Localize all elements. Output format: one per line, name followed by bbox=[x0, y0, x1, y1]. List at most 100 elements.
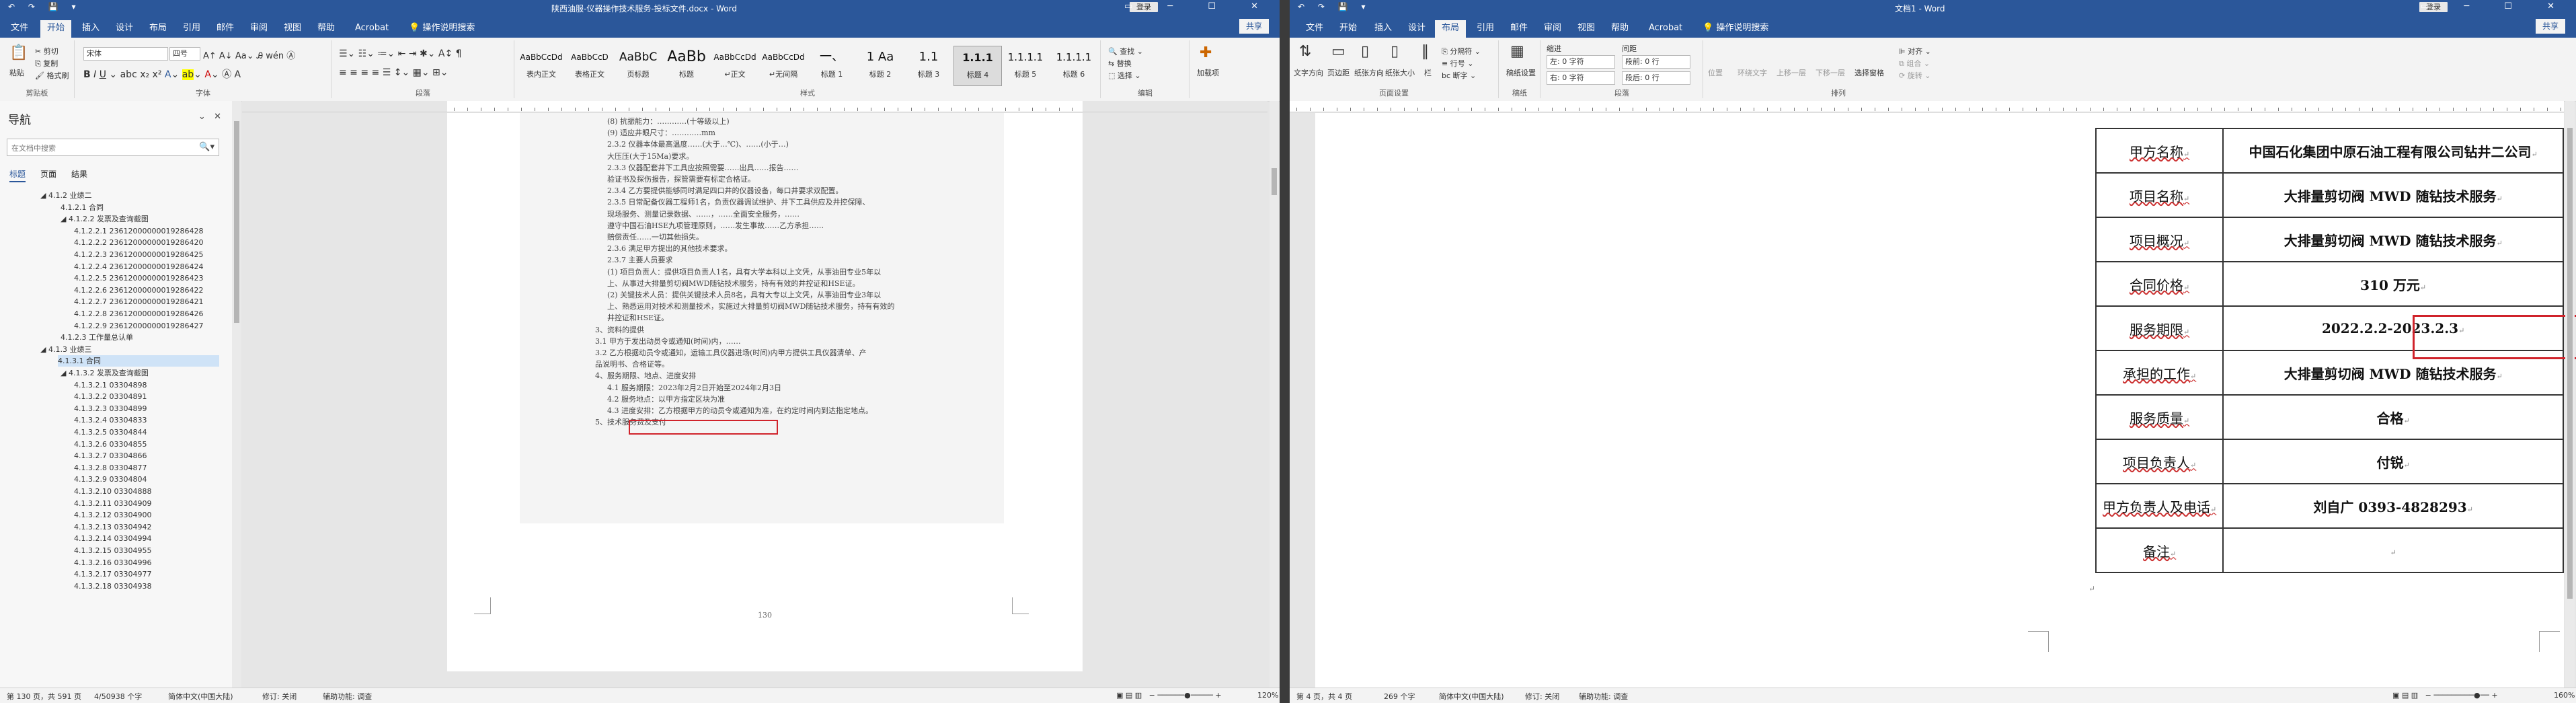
row-label-cell[interactable]: 甲方负责人及电话↵ bbox=[2095, 483, 2224, 529]
status-track-changes[interactable]: 修订: 关闭 bbox=[1525, 691, 1559, 702]
nav-heading-item[interactable]: 4.1.3.2.10 03304888 bbox=[74, 486, 151, 497]
search-icon[interactable]: 🔍▾ bbox=[199, 142, 214, 152]
nav-heading-item[interactable]: 4.1.2.2.4 23612000000019286424 bbox=[74, 261, 203, 272]
group-button[interactable]: ⧉ 组合 ⌄ bbox=[1899, 58, 1930, 69]
wrap-text-button[interactable]: 环绕文字 bbox=[1738, 67, 1767, 78]
row-label-cell[interactable]: 合同价格↵ bbox=[2095, 261, 2224, 307]
cut-button[interactable]: ✂ 剪切 bbox=[35, 46, 58, 57]
nav-heading-item[interactable]: 4.1.3.2.13 03304942 bbox=[74, 521, 151, 533]
view-buttons[interactable]: ▣ ▤ ▥ − ──────●───── + bbox=[1116, 691, 1222, 700]
margins-button[interactable]: 页边距 bbox=[1327, 67, 1350, 78]
row-value-cell[interactable]: 合格↵ bbox=[2222, 394, 2564, 440]
tab-view[interactable]: 视图 bbox=[277, 20, 308, 38]
indent-right-input[interactable]: 右: 0 字符 bbox=[1547, 71, 1615, 85]
position-button[interactable]: 位置 bbox=[1708, 67, 1723, 78]
tab-design[interactable]: 设计 bbox=[109, 20, 140, 38]
row-label-cell[interactable]: 服务期限↵ bbox=[2095, 305, 2224, 351]
paste-button[interactable]: 粘贴 bbox=[9, 67, 24, 78]
nav-heading-item[interactable]: 4.1.3.2.18 03304938 bbox=[74, 581, 151, 592]
nav-heading-item[interactable]: 4.1.3.2.8 03304877 bbox=[74, 462, 147, 474]
scroll-thumb[interactable] bbox=[2567, 128, 2573, 599]
nav-heading-item[interactable]: 4.1.3.2.14 03304994 bbox=[74, 533, 151, 544]
nav-heading-item[interactable]: 4.1.3.2.15 03304955 bbox=[74, 545, 151, 556]
row-value-cell[interactable]: 大排量剪切阀 MWD 随钻技术服务↵ bbox=[2222, 217, 2564, 262]
format-painter-button[interactable]: 🖌 格式刷 bbox=[35, 70, 69, 81]
scroll-thumb[interactable] bbox=[234, 121, 239, 323]
row-label-cell[interactable]: 项目概况↵ bbox=[2095, 217, 2224, 262]
tell-me-search[interactable]: 💡 操作说明搜索 bbox=[402, 20, 481, 38]
nav-heading-item[interactable]: 4.1.3.2.9 03304804 bbox=[74, 474, 147, 485]
nav-heading-item[interactable]: ◢ 4.1.3 业绩三 bbox=[40, 344, 91, 355]
nav-heading-item[interactable]: 4.1.2.2.8 23612000000019286426 bbox=[74, 308, 203, 320]
nav-heading-item[interactable]: 4.1.3.2.16 03304996 bbox=[74, 557, 151, 568]
nav-heading-item[interactable]: 4.1.2.2.2 23612000000019286420 bbox=[74, 237, 203, 248]
status-accessibility[interactable]: 辅助功能: 调查 bbox=[1579, 691, 1628, 702]
nav-heading-item[interactable]: ◢ 4.1.2 业绩二 bbox=[40, 190, 91, 201]
list-buttons[interactable]: ☰⌄ ☷⌄ ≔⌄ ⇤ ⇥ ✱⌄ A↕ ¶ bbox=[339, 48, 462, 59]
nav-heading-item[interactable]: 4.1.2.2.9 23612000000019286427 bbox=[74, 320, 203, 332]
document-page[interactable]: 甲方名称↵ 中国石化集团中原石油工程有限公司钻井二公司↵ 项目名称↵ 大排量剪切阀 M… bbox=[1315, 113, 2576, 688]
style-item[interactable]: AaBbCcD 表格正文 bbox=[566, 46, 613, 85]
style-item[interactable]: 1.1 标题 3 bbox=[905, 46, 952, 85]
nav-heading-item[interactable]: 4.1.2.1 合同 bbox=[61, 202, 104, 213]
font-size-buttons[interactable]: A↑ A↓ Aa⌄ Ꭿ wén Ⓐ bbox=[203, 48, 295, 61]
row-label-cell[interactable]: 备注↵ bbox=[2095, 527, 2224, 573]
tab-references[interactable]: 引用 bbox=[176, 20, 207, 38]
columns-icon[interactable]: ‖ bbox=[1421, 43, 1429, 60]
nav-search-input[interactable]: 在文档中搜索 🔍▾ bbox=[7, 139, 219, 156]
status-zoom[interactable]: 120% bbox=[1257, 691, 1278, 700]
row-value-cell[interactable]: 刘自广 0393-4828293↵ bbox=[2222, 483, 2564, 529]
nav-heading-item[interactable]: 4.1.2.3 工作量总认单 bbox=[61, 332, 133, 343]
font-format-buttons[interactable]: B I U ⌄ abc x₂ x² A⌄ ab⌄ A⌄ Ⓐ A bbox=[83, 67, 241, 81]
text-direction-button[interactable]: 文字方向 bbox=[1294, 67, 1323, 78]
tab-review[interactable]: 审阅 bbox=[1537, 20, 1568, 38]
status-page[interactable]: 第 130 页，共 591 页 bbox=[7, 691, 81, 702]
find-button[interactable]: 🔍 查找 ⌄ bbox=[1108, 46, 1143, 57]
nav-tab-pages[interactable]: 页面 bbox=[40, 168, 56, 180]
row-label-cell[interactable]: 承担的工作↵ bbox=[2095, 350, 2224, 396]
tab-layout[interactable]: 布局 bbox=[143, 20, 173, 38]
style-item[interactable]: 1.1.1.1 标题 5 bbox=[1002, 46, 1049, 85]
status-accessibility[interactable]: 辅助功能: 调查 bbox=[323, 691, 372, 702]
columns-button[interactable]: 栏 bbox=[1424, 67, 1432, 78]
bring-forward-button[interactable]: 上移一层 bbox=[1777, 67, 1806, 78]
addin-icon[interactable]: ✚ bbox=[1200, 44, 1212, 61]
doc-scrollbar[interactable] bbox=[2565, 101, 2575, 688]
addin-button[interactable]: 加载项 bbox=[1197, 67, 1219, 78]
nav-heading-item[interactable]: 4.1.3.2.5 03304844 bbox=[74, 427, 147, 438]
horizontal-ruler[interactable] bbox=[1290, 101, 2564, 112]
indent-left-input[interactable]: 左: 0 字符 bbox=[1547, 55, 1615, 69]
document-page[interactable]: (8) 抗振能力：…………(十等级以上) (9) 适应井眼尺寸：…………mm 2.3… bbox=[447, 113, 1083, 671]
tab-help[interactable]: 帮助 bbox=[1604, 20, 1635, 38]
style-item[interactable]: AaBbCcDd ↵正文 bbox=[711, 46, 758, 85]
tab-file[interactable]: 文件 bbox=[4, 20, 35, 38]
line-numbers-button[interactable]: ≡ 行号 ⌄ bbox=[1442, 58, 1473, 69]
style-item[interactable]: 一、 标题 1 bbox=[808, 46, 855, 85]
copy-button[interactable]: ⎘ 复制 bbox=[35, 58, 58, 69]
status-language[interactable]: 简体中文(中国大陆) bbox=[168, 691, 233, 702]
nav-heading-item[interactable]: 4.1.2.2.3 23612000000019286425 bbox=[74, 249, 203, 260]
nav-tab-results[interactable]: 结果 bbox=[71, 168, 87, 180]
nav-heading-item[interactable]: 4.1.2.2.7 23612000000019286421 bbox=[74, 296, 203, 307]
alignment-buttons[interactable]: ≡ ≡ ≡ ≡ ☰ ↕⌄ ▦⌄ ⊞⌄ bbox=[339, 67, 448, 78]
nav-heading-item[interactable]: 4.1.3.2.17 03304977 bbox=[74, 568, 151, 580]
align-button[interactable]: ⊫ 对齐 ⌄ bbox=[1899, 46, 1931, 57]
share-button[interactable]: 共享 bbox=[1239, 19, 1269, 34]
size-icon[interactable]: ▯ bbox=[1391, 43, 1399, 60]
tab-view[interactable]: 视图 bbox=[1571, 20, 1602, 38]
row-label-cell[interactable]: 项目负责人↵ bbox=[2095, 439, 2224, 484]
tab-layout[interactable]: 布局 bbox=[1435, 20, 1467, 38]
nav-heading-item[interactable]: 4.1.3.2.2 03304891 bbox=[74, 391, 147, 402]
status-language[interactable]: 简体中文(中国大陆) bbox=[1439, 691, 1504, 702]
tab-design[interactable]: 设计 bbox=[1401, 20, 1432, 38]
status-words[interactable]: 269 个字 bbox=[1384, 691, 1415, 702]
select-button[interactable]: ⬚ 选择 ⌄ bbox=[1108, 70, 1141, 81]
style-item[interactable]: AaBb 标题 bbox=[663, 46, 710, 85]
nav-heading-item[interactable]: 4.1.3.2.11 03304909 bbox=[74, 498, 151, 509]
row-label-cell[interactable]: 项目名称↵ bbox=[2095, 172, 2224, 218]
space-after-input[interactable]: 段后: 0 行 bbox=[1622, 71, 1690, 85]
scroll-thumb[interactable] bbox=[1272, 168, 1277, 195]
nav-heading-item[interactable]: 4.1.3.2.12 03304900 bbox=[74, 509, 151, 521]
nav-heading-item[interactable]: 4.1.3.1 合同 bbox=[58, 355, 219, 367]
text-direction-icon[interactable]: ⇅ bbox=[1299, 43, 1311, 60]
